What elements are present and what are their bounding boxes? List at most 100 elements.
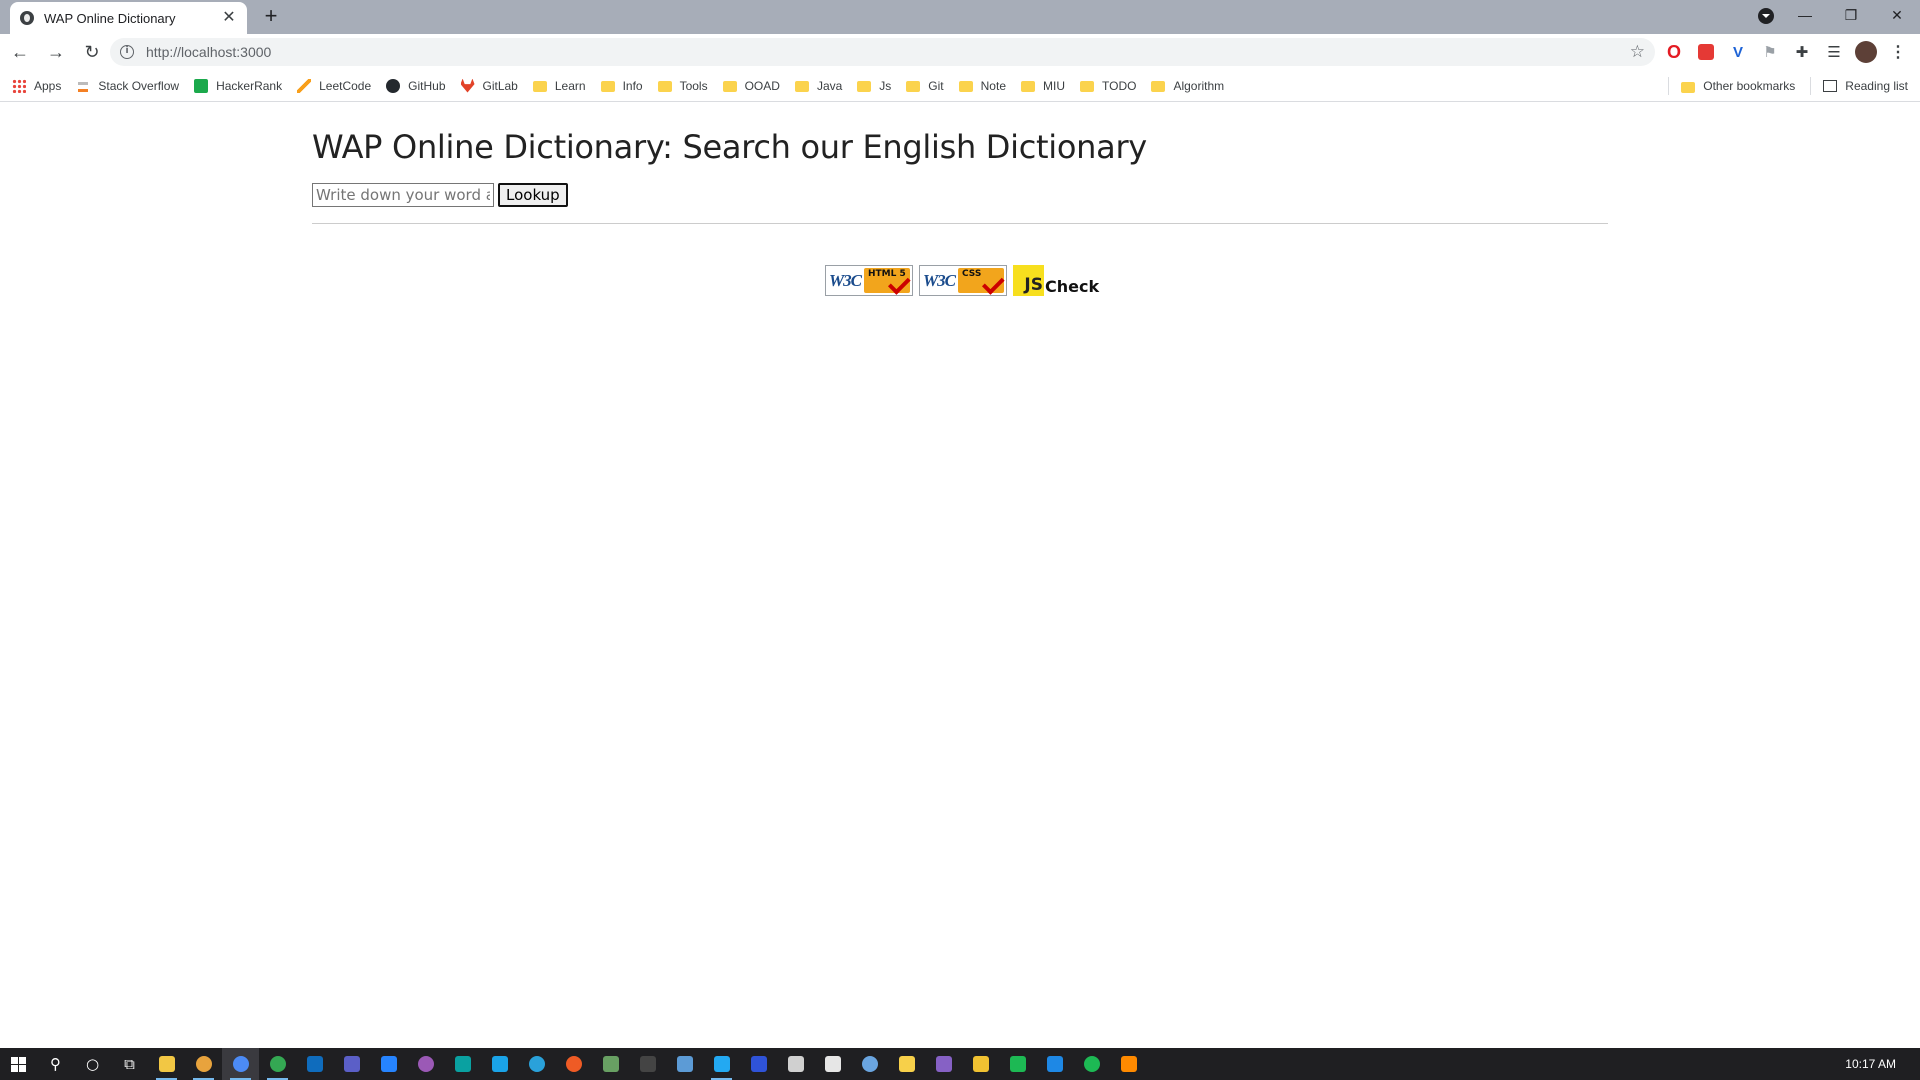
taskbar-app-app-green[interactable]: [999, 1048, 1036, 1080]
chrome-menu-icon[interactable]: ⋮: [1886, 40, 1910, 64]
app-blue-icon: [676, 1056, 693, 1072]
taskbar-app-intellij[interactable]: [740, 1048, 777, 1080]
back-button[interactable]: ←: [4, 36, 36, 68]
taskbar-app-teams[interactable]: [333, 1048, 370, 1080]
w3c-html5-badge[interactable]: W3C HTML 5: [825, 265, 913, 296]
bookmark-gitlab[interactable]: GitLab: [460, 78, 518, 93]
page-title: WAP Online Dictionary: Search our Englis…: [312, 128, 1147, 166]
taskbar-app-app-yellow[interactable]: [962, 1048, 999, 1080]
taskbar-app-file-explorer[interactable]: [148, 1048, 185, 1080]
leetcode-icon: [297, 78, 312, 93]
new-tab-button[interactable]: +: [259, 5, 283, 29]
taskbar-app-app-circle[interactable]: [851, 1048, 888, 1080]
bookmark-stack-overflow[interactable]: Stack Overflow: [76, 78, 179, 93]
jscheck-badge[interactable]: JS Check: [1013, 265, 1099, 296]
taskbar-app-app-azure[interactable]: [1036, 1048, 1073, 1080]
restore-button[interactable]: ❐: [1828, 0, 1874, 30]
taskbar-app-chrome-active[interactable]: [222, 1048, 259, 1080]
red-extension-icon[interactable]: [1694, 40, 1718, 64]
search-button[interactable]: ⚲: [37, 1048, 74, 1080]
jscheck-label: Check: [1045, 277, 1100, 296]
node-icon: [602, 1056, 619, 1072]
extensions-puzzle-icon[interactable]: ✚: [1790, 40, 1814, 64]
browser-tab[interactable]: WAP Online Dictionary ✕: [10, 2, 247, 34]
bookmark-miu[interactable]: MIU: [1021, 79, 1065, 93]
bookmark-label: LeetCode: [319, 78, 372, 93]
site-info-icon[interactable]: i: [120, 45, 134, 59]
bookmark-github[interactable]: GitHub: [386, 78, 446, 93]
bookmark-note[interactable]: Note: [958, 79, 1006, 93]
w3c-css-badge[interactable]: W3C CSS: [919, 265, 1007, 296]
taskbar-app-telegram[interactable]: [518, 1048, 555, 1080]
reading-list[interactable]: Reading list: [1823, 79, 1908, 93]
taskbar-app-sticky-notes[interactable]: [888, 1048, 925, 1080]
taskbar-app-app-blue[interactable]: [666, 1048, 703, 1080]
taskbar-app-visual-studio[interactable]: [925, 1048, 962, 1080]
taskbar-app-app-orange[interactable]: [1110, 1048, 1147, 1080]
tab-title: WAP Online Dictionary: [44, 10, 176, 26]
search-form: Lookup: [312, 183, 1608, 207]
taskbar-app-terminal[interactable]: [629, 1048, 666, 1080]
dictionary-app: WAP Online Dictionary: Search our Englis…: [312, 125, 1608, 224]
windows-icon: [11, 1056, 26, 1072]
flag-extension-icon[interactable]: ⚑: [1758, 40, 1782, 64]
taskbar-app-sourcetree[interactable]: [370, 1048, 407, 1080]
reload-button[interactable]: ↻: [76, 36, 108, 68]
vpn-extension-icon[interactable]: V: [1726, 40, 1750, 64]
minimize-button[interactable]: —: [1782, 0, 1828, 30]
windows-taskbar: ⚲ ○ ⧉ 10:17 AM: [0, 1048, 1920, 1080]
bookmark-todo[interactable]: TODO: [1080, 79, 1136, 93]
address-bar[interactable]: i ☆: [110, 38, 1655, 66]
taskbar-app-node[interactable]: [592, 1048, 629, 1080]
system-clock[interactable]: 10:17 AM: [1845, 1048, 1896, 1080]
start-button[interactable]: [0, 1048, 37, 1080]
bookmark-star-icon[interactable]: ☆: [1630, 42, 1645, 62]
reading-list-icon: [1823, 80, 1838, 92]
app-yellow-icon: [972, 1056, 989, 1072]
chrome-dev-icon: [269, 1056, 286, 1072]
close-tab-icon[interactable]: ✕: [221, 10, 237, 26]
forward-button[interactable]: →: [40, 36, 72, 68]
taskbar-app-app-teal[interactable]: [444, 1048, 481, 1080]
bookmark-js[interactable]: Js: [857, 79, 891, 93]
taskbar-app-chrome[interactable]: [185, 1048, 222, 1080]
bookmark-java[interactable]: Java: [794, 79, 842, 93]
bookmark-hackerrank[interactable]: HackerRank: [194, 78, 282, 93]
bookmark-leetcode[interactable]: LeetCode: [297, 78, 372, 93]
bookmark-apps[interactable]: Apps: [12, 78, 61, 93]
media-controls-icon[interactable]: ☰: [1822, 40, 1846, 64]
word-search-input[interactable]: [312, 183, 494, 207]
taskbar-app-vscode[interactable]: [703, 1048, 740, 1080]
bookmark-algorithm[interactable]: Algorithm: [1151, 79, 1224, 93]
tab-search-icon[interactable]: [1758, 8, 1774, 24]
bookmark-separator: [1810, 77, 1812, 95]
lookup-button[interactable]: Lookup: [498, 183, 568, 207]
bookmark-info[interactable]: Info: [600, 79, 643, 93]
bookmark-separator: [1668, 77, 1670, 95]
task-view-icon: ⧉: [124, 1055, 135, 1073]
taskbar-app-outlook[interactable]: [296, 1048, 333, 1080]
taskbar-app-app-white[interactable]: [777, 1048, 814, 1080]
other-bookmarks[interactable]: Other bookmarks: [1681, 79, 1795, 93]
bookmark-learn[interactable]: Learn: [532, 78, 586, 93]
profile-avatar[interactable]: [1854, 40, 1878, 64]
apps-icon: [12, 78, 26, 93]
opera-extension-icon[interactable]: O: [1662, 40, 1686, 64]
bookmark-tools[interactable]: Tools: [657, 79, 708, 93]
postman-icon: [565, 1056, 582, 1072]
hackerrank-icon: [194, 78, 209, 93]
bookmark-label: Js: [879, 78, 892, 93]
bookmark-label: Learn: [554, 78, 586, 93]
taskbar-app-chrome-dev[interactable]: [259, 1048, 296, 1080]
taskbar-app-postman[interactable]: [555, 1048, 592, 1080]
url-input[interactable]: [146, 44, 1630, 60]
taskbar-app-podcast[interactable]: [407, 1048, 444, 1080]
taskbar-app-app-shield[interactable]: [814, 1048, 851, 1080]
taskbar-app-app-cyan[interactable]: [481, 1048, 518, 1080]
taskbar-app-spotify[interactable]: [1073, 1048, 1110, 1080]
task-view-button[interactable]: ⧉: [111, 1048, 148, 1080]
bookmark-git[interactable]: Git: [906, 79, 944, 93]
close-window-button[interactable]: ✕: [1874, 0, 1920, 30]
cortana-button[interactable]: ○: [74, 1048, 111, 1080]
bookmark-ooad[interactable]: OOAD: [722, 79, 780, 93]
